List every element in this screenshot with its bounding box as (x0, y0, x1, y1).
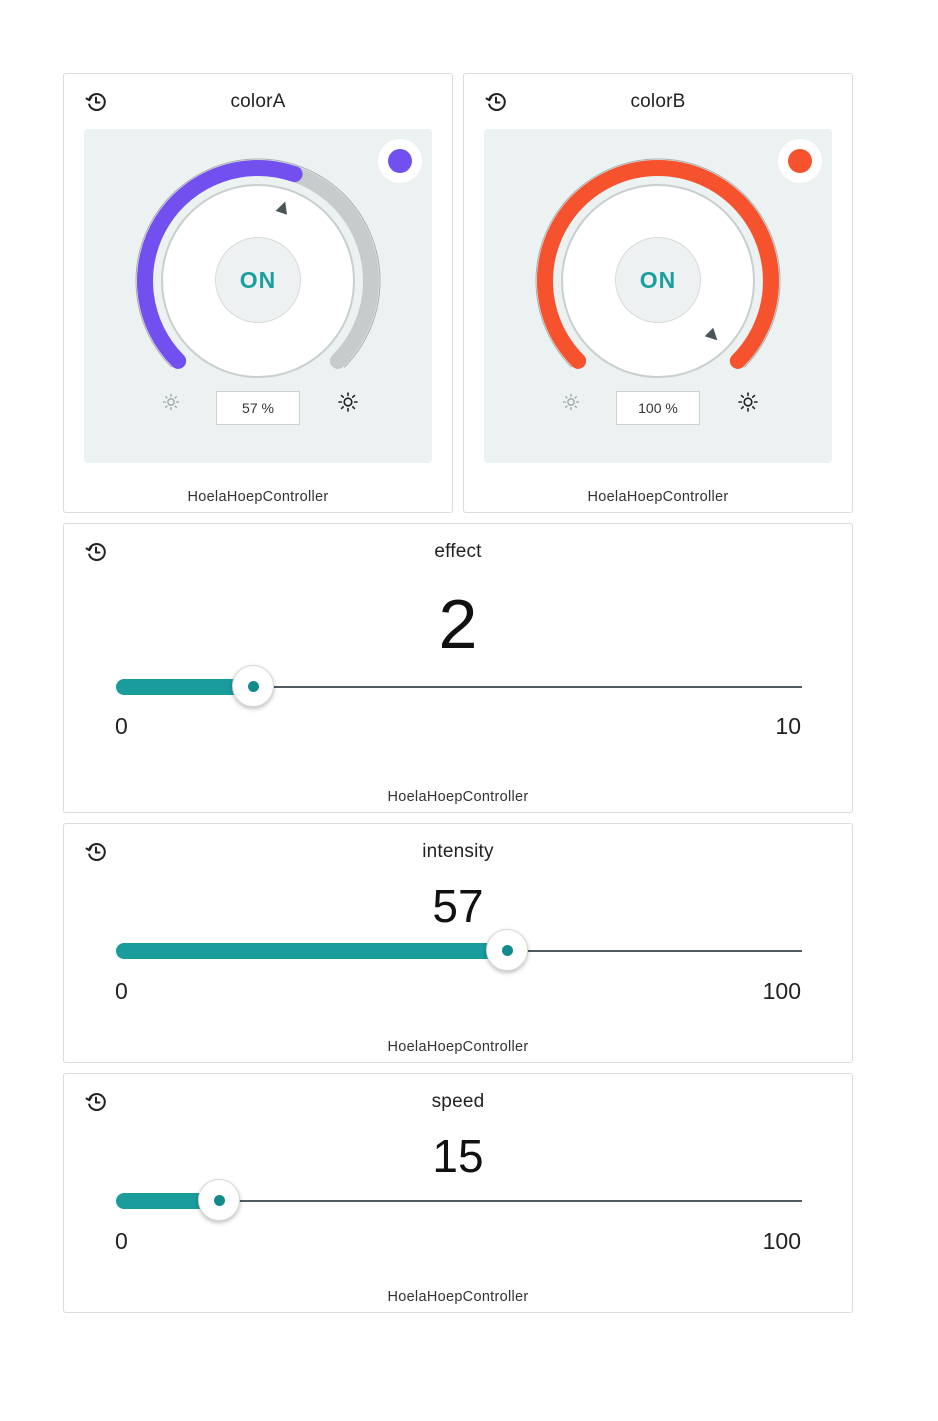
brightness-high-icon (738, 392, 758, 412)
speed-slider[interactable] (116, 1179, 802, 1223)
color-widget-colorB: colorB ON 100 % HoelaHoepController (463, 73, 853, 513)
widget-title: colorA (230, 91, 286, 112)
slider-max-label: 10 (775, 713, 801, 739)
device-name: HoelaHoepController (387, 789, 529, 805)
device-name: HoelaHoepController (387, 1039, 529, 1055)
slider-thumb-dot (248, 681, 260, 692)
device-name: HoelaHoepController (187, 489, 329, 505)
slider-widget-effect: effect 2 0 10 HoelaHoepController (63, 523, 853, 813)
color-panel: ON 57 % (84, 129, 432, 463)
color-swatch (788, 149, 812, 173)
color-swatch-button[interactable] (378, 139, 422, 183)
brightness-low-icon (562, 393, 580, 411)
widget-title: effect (434, 541, 482, 562)
widget-title: intensity (422, 841, 494, 862)
color-widget-colorA: colorA ON 57 % HoelaHoepController (63, 73, 453, 513)
color-swatch (388, 149, 412, 173)
power-toggle-button[interactable]: ON (215, 237, 301, 323)
effect-slider[interactable] (116, 665, 802, 709)
brightness-readout: 100 % (616, 391, 700, 425)
widget-title: colorB (630, 91, 686, 112)
device-name: HoelaHoepController (387, 1289, 529, 1305)
slider-widget-intensity: intensity 57 0 100 HoelaHoepController (63, 823, 853, 1063)
brightness-low-icon (162, 393, 180, 411)
slider-thumb-dot (502, 945, 514, 956)
brightness-readout: 57 % (216, 391, 300, 425)
power-toggle-button[interactable]: ON (615, 237, 701, 323)
slider-widget-speed: speed 15 0 100 HoelaHoepController (63, 1073, 853, 1313)
slider-thumb[interactable] (486, 929, 529, 971)
slider-max-label: 100 (762, 1228, 801, 1254)
slider-value: 57 (432, 880, 484, 932)
slider-value: 2 (438, 585, 478, 663)
brightness-high-icon (338, 392, 358, 412)
intensity-slider[interactable] (116, 929, 802, 973)
slider-min-label: 0 (115, 1228, 128, 1254)
color-panel: ON 100 % (484, 129, 832, 463)
slider-thumb-dot (213, 1195, 225, 1206)
slider-fill (116, 943, 508, 959)
color-swatch-button[interactable] (778, 139, 822, 183)
slider-min-label: 0 (115, 978, 128, 1004)
slider-thumb[interactable] (197, 1179, 240, 1221)
slider-min-label: 0 (115, 713, 128, 739)
device-name: HoelaHoepController (587, 489, 729, 505)
slider-max-label: 100 (762, 978, 801, 1004)
slider-thumb[interactable] (232, 665, 275, 707)
slider-value: 15 (432, 1130, 484, 1182)
widget-title: speed (431, 1091, 485, 1112)
